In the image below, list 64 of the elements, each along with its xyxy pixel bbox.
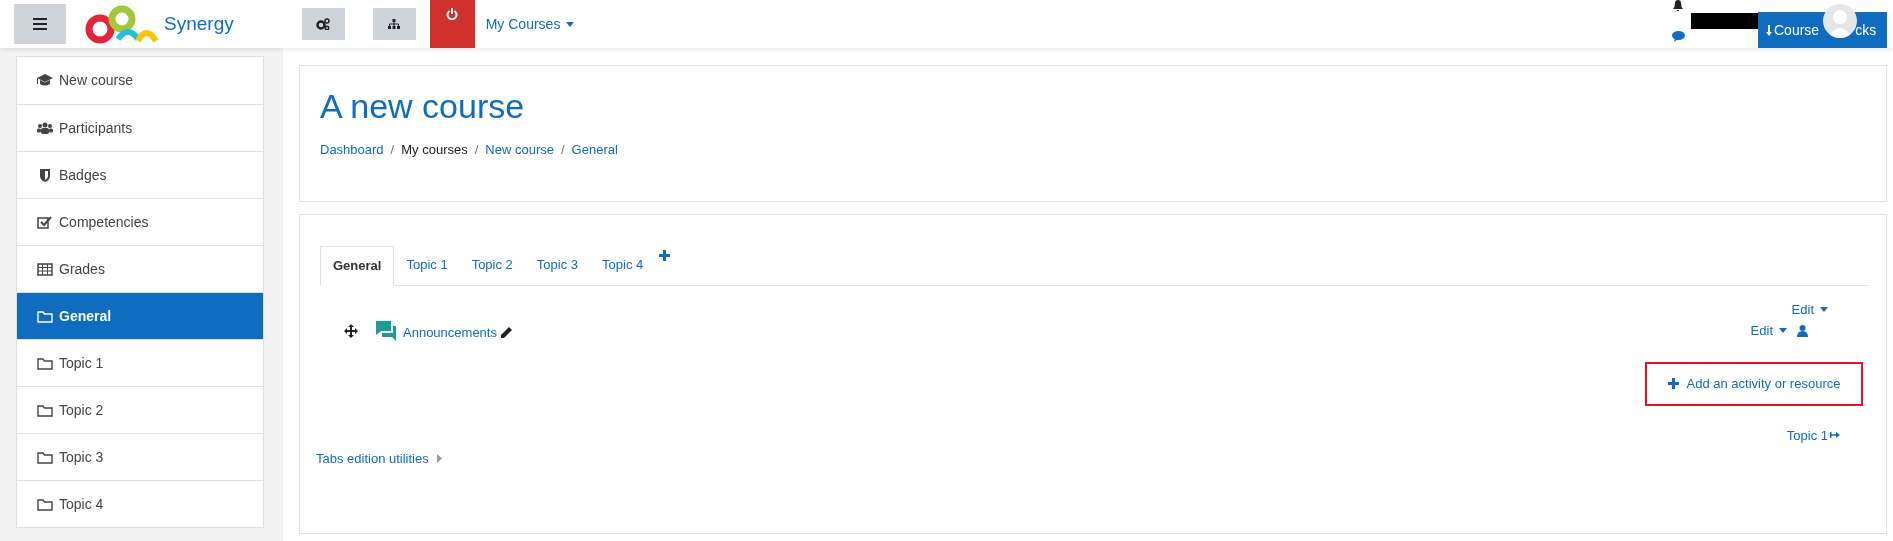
sidebar-item[interactable]: Topic 2 — [17, 386, 263, 433]
sidebar-item[interactable]: Competencies — [17, 198, 263, 245]
graduation-cap-icon — [37, 74, 53, 87]
menu-icon — [33, 18, 47, 30]
add-activity-button[interactable]: Add an activity or resource — [1645, 361, 1863, 406]
tab[interactable]: Topic 4 — [590, 245, 656, 285]
breadcrumb-separator: / — [560, 141, 565, 159]
folder-icon — [37, 309, 53, 323]
table-icon — [37, 262, 53, 276]
folder-icon — [37, 497, 53, 511]
caret-right-icon — [436, 454, 442, 464]
tab[interactable]: Topic 3 — [524, 245, 591, 285]
sidebar-item[interactable]: Participants — [17, 104, 263, 151]
next-section-link[interactable]: Topic 1 — [1786, 425, 1840, 445]
breadcrumb-link[interactable]: General — [571, 140, 618, 160]
settings-button[interactable] — [301, 8, 345, 40]
edit-menu[interactable]: Edit — [1750, 320, 1787, 341]
breadcrumb-link[interactable]: New course — [485, 140, 554, 160]
sidebar-item[interactable]: Topic 4 — [17, 480, 263, 527]
folder-icon — [37, 356, 53, 370]
tab[interactable]: General — [320, 246, 395, 286]
activity-link[interactable]: Announcements — [403, 322, 497, 343]
breadcrumb-separator: / — [390, 141, 395, 159]
utilities-link[interactable]: Tabs edition utilities — [316, 449, 442, 469]
forum-icon — [376, 320, 398, 341]
shield-icon — [37, 168, 53, 182]
settings-icon — [316, 18, 331, 30]
site-name[interactable]: Synergy — [164, 9, 234, 39]
page-title: A new course — [320, 86, 526, 126]
breadcrumb-link[interactable]: Dashboard — [320, 140, 384, 160]
menu-button[interactable] — [14, 4, 66, 44]
edit-menu[interactable]: Edit — [1791, 300, 1828, 320]
plus-icon — [1667, 378, 1679, 389]
sidebar-item[interactable]: New course — [17, 57, 263, 104]
sitemap-icon — [388, 19, 401, 29]
sidebar-item[interactable]: General — [17, 292, 263, 339]
checkbox-icon — [37, 215, 53, 229]
folder-icon — [37, 403, 53, 417]
logo-icon — [84, 3, 160, 45]
pencil-icon — [499, 326, 513, 339]
move-icon — [344, 323, 358, 338]
sidebar-item[interactable]: Topic 3 — [17, 433, 263, 480]
bell-icon — [1672, 0, 1684, 11]
arrow-right-icon — [1830, 432, 1840, 439]
tab[interactable]: Topic 1 — [394, 245, 460, 285]
sidebar-item[interactable]: Topic 1 — [17, 339, 263, 386]
sidebar-item[interactable]: Badges — [17, 151, 263, 198]
plus-icon — [659, 250, 671, 261]
arrow-down-icon — [1766, 24, 1772, 36]
tab[interactable]: Topic 2 — [459, 245, 525, 285]
chat-icon — [1672, 31, 1685, 42]
user-icon — [1797, 324, 1808, 337]
caret-icon — [1820, 307, 1828, 313]
breadcrumb-separator: / — [474, 141, 479, 159]
users-icon — [37, 121, 53, 135]
user-menu[interactable] — [1823, 4, 1857, 38]
caret-icon — [566, 21, 575, 27]
power-icon — [446, 8, 459, 20]
power-button[interactable] — [429, 0, 475, 48]
courses-menu[interactable]: My Courses — [485, 13, 575, 35]
breadcrumb-item: My courses — [401, 141, 468, 159]
folder-icon — [37, 450, 53, 464]
caret-icon — [1779, 328, 1787, 333]
sitemap-button[interactable] — [372, 8, 416, 40]
